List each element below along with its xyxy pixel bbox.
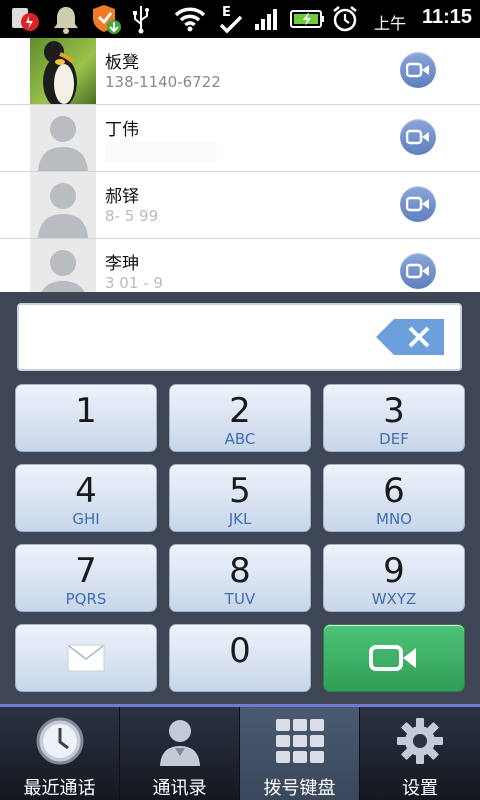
key-digit: 9 — [383, 551, 405, 591]
status-ampm: 上午 — [373, 14, 406, 33]
key-3[interactable]: 3 DEF — [323, 384, 465, 452]
key-digit: 5 — [229, 471, 251, 511]
key-letters: DEF — [379, 430, 409, 448]
key-letters: JKL — [228, 510, 252, 528]
penguin-photo-avatar — [30, 38, 96, 104]
dialpad-icon — [240, 715, 359, 767]
key-digit: 0 — [229, 631, 251, 671]
dialer-panel: 1 2 ABC 3 DEF 4 GHI 5 JKL 6 MNO 7 PQRS 8… — [0, 292, 480, 704]
tab-label: 设置 — [402, 778, 438, 799]
key-1[interactable]: 1 — [15, 384, 157, 452]
bell-icon — [48, 4, 84, 34]
notification-red-icon — [6, 4, 46, 34]
key-7[interactable]: 7 PQRS — [15, 544, 157, 612]
video-call-dial-button[interactable] — [323, 624, 465, 692]
video-call-button[interactable] — [400, 186, 436, 222]
tab-label: 通讯录 — [152, 778, 207, 799]
key-9[interactable]: 9 WXYZ — [323, 544, 465, 612]
video-camera-icon — [406, 129, 429, 145]
key-letters: MNO — [376, 510, 412, 528]
key-8[interactable]: 8 TUV — [169, 544, 311, 612]
contact-name: 郝铎 — [105, 187, 139, 207]
key-digit: 7 — [75, 551, 97, 591]
contact-list: 板凳 138-1140-6722 丁伟 郝铎 8- 5 99 李珅 3 01 -… — [0, 38, 480, 292]
tab-recent-calls[interactable]: 最近通话 — [0, 707, 120, 800]
contact-row[interactable]: 丁伟 — [0, 105, 480, 172]
video-camera-icon — [406, 62, 429, 78]
key-letters: PQRS — [65, 590, 107, 608]
video-call-button[interactable] — [400, 119, 436, 155]
contact-number: 3 01 - 9 — [105, 274, 163, 292]
alarm-icon — [330, 4, 360, 34]
phone-screen: E 上午 11:15 板凳 138-1140-6722 丁伟 郝铎 8- 5 9… — [0, 0, 480, 800]
key-6[interactable]: 6 MNO — [323, 464, 465, 532]
contact-row[interactable]: 板凳 138-1140-6722 — [0, 38, 480, 105]
tab-settings[interactable]: 设置 — [360, 707, 480, 800]
key-0[interactable]: 0 — [169, 624, 311, 692]
usb-icon — [128, 4, 154, 34]
key-digit: 2 — [229, 391, 251, 431]
contact-name: 丁伟 — [105, 120, 139, 140]
backspace-button[interactable] — [374, 317, 446, 357]
key-letters: TUV — [224, 590, 256, 608]
tab-contacts[interactable]: 通讯录 — [120, 707, 240, 800]
contact-name: 李珅 — [105, 254, 139, 274]
key-5[interactable]: 5 JKL — [169, 464, 311, 532]
signal-icon — [252, 4, 282, 34]
key-letters: ABC — [224, 430, 256, 448]
key-digit: 4 — [75, 471, 97, 511]
status-clock: 11:15 — [421, 6, 472, 28]
contact-number: 138-1140-6722 — [105, 73, 221, 91]
video-call-button[interactable] — [400, 253, 436, 289]
sms-button[interactable] — [15, 624, 157, 692]
gear-icon — [360, 715, 480, 767]
svg-text:E: E — [222, 5, 231, 20]
contact-row[interactable]: 李珅 3 01 - 9 — [0, 239, 480, 292]
contact-number: 8- 5 99 — [105, 207, 159, 225]
dial-number-field[interactable] — [17, 303, 462, 371]
bottom-tab-bar: 最近通话 通讯录 拨号键盘 设置 — [0, 704, 480, 800]
key-4[interactable]: 4 GHI — [15, 464, 157, 532]
tab-label: 拨号键盘 — [263, 778, 336, 799]
battery-charging-icon — [288, 4, 328, 34]
key-digit: 3 — [383, 391, 405, 431]
wifi-icon — [172, 4, 208, 34]
key-digit: 1 — [75, 391, 97, 431]
redaction-mask — [105, 142, 217, 162]
person-icon — [120, 715, 239, 767]
redaction-mask — [140, 115, 180, 137]
key-letters: GHI — [72, 510, 100, 528]
video-camera-icon — [324, 625, 464, 691]
key-2[interactable]: 2 ABC — [169, 384, 311, 452]
video-camera-icon — [406, 196, 429, 212]
key-digit: 6 — [383, 471, 405, 511]
default-avatar — [30, 172, 96, 238]
contact-name: 板凳 — [105, 53, 139, 73]
status-bar: E 上午 11:15 — [0, 0, 480, 38]
default-avatar — [30, 105, 96, 171]
shield-update-icon — [88, 4, 124, 34]
clock-icon — [0, 715, 119, 767]
key-digit: 8 — [229, 551, 251, 591]
key-letters: WXYZ — [371, 590, 417, 608]
contact-row[interactable]: 郝铎 8- 5 99 — [0, 172, 480, 239]
tab-dialpad[interactable]: 拨号键盘 — [240, 707, 360, 800]
edge-data-icon: E — [216, 4, 248, 34]
video-call-button[interactable] — [400, 52, 436, 88]
backspace-icon — [376, 319, 444, 355]
envelope-icon — [16, 625, 156, 691]
default-avatar — [30, 239, 96, 292]
video-camera-icon — [406, 263, 429, 279]
tab-label: 最近通话 — [23, 778, 96, 799]
